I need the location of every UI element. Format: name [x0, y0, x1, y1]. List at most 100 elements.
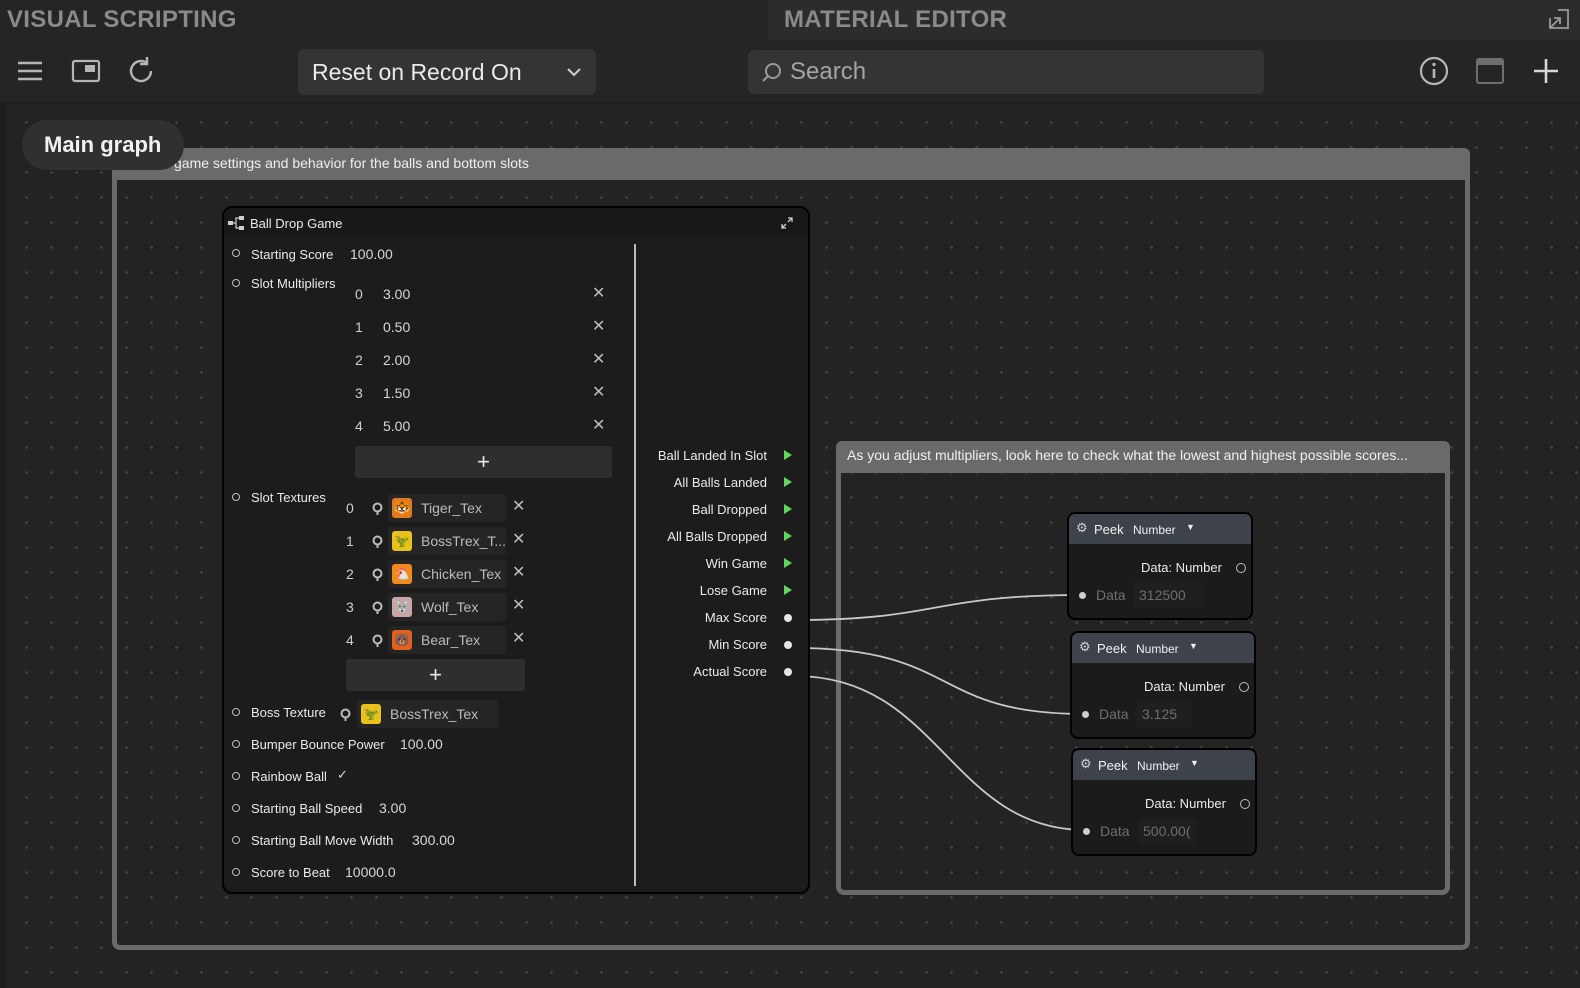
- bumper-power-field[interactable]: 100.00: [400, 736, 443, 752]
- boss-texture-port[interactable]: [232, 708, 240, 716]
- data-port-max-score[interactable]: [784, 614, 792, 622]
- texture-index: 4: [346, 632, 354, 648]
- info-icon[interactable]: [1418, 55, 1450, 87]
- peek-node-min[interactable]: ⚙ Peek Number ▼ Data: Number Data 3.125: [1070, 631, 1256, 739]
- peek-input-port[interactable]: [1082, 711, 1089, 718]
- peek-type-dropdown[interactable]: Number: [1136, 642, 1179, 656]
- slot-textures-port[interactable]: [232, 493, 240, 501]
- peek-data-field[interactable]: 312500: [1134, 582, 1204, 608]
- add-icon[interactable]: [1530, 55, 1562, 87]
- ball-speed-port[interactable]: [232, 804, 240, 812]
- tab-material-editor[interactable]: MATERIAL EDITOR: [768, 0, 1580, 40]
- boss-texture-field[interactable]: 🦖 BossTrex_Tex: [357, 700, 498, 728]
- starting-score-label: Starting Score: [251, 247, 334, 262]
- peek-input-port[interactable]: [1083, 828, 1090, 835]
- texture-field[interactable]: 🐯 Tiger_Tex: [388, 494, 506, 522]
- expand-icon[interactable]: [780, 216, 794, 230]
- remove-texture-button[interactable]: ✕: [512, 562, 525, 582]
- popout-icon[interactable]: [1548, 8, 1570, 30]
- remove-multiplier-button[interactable]: ✕: [592, 349, 605, 369]
- multiplier-field[interactable]: 3.00: [383, 286, 410, 302]
- refresh-icon[interactable]: [125, 55, 157, 87]
- starting-score-field[interactable]: 100.00: [350, 246, 393, 262]
- event-port-lose-game[interactable]: [784, 585, 792, 595]
- event-port-all-balls-landed[interactable]: [784, 477, 792, 487]
- remove-texture-button[interactable]: ✕: [512, 496, 525, 516]
- search-input[interactable]: Search: [748, 50, 1264, 94]
- texture-thumbnail: 🦖: [392, 531, 412, 551]
- add-multiplier-button[interactable]: +: [355, 446, 612, 478]
- comment-group-scores-title[interactable]: As you adjust multipliers, look here to …: [836, 441, 1450, 473]
- texture-field[interactable]: 🐔 Chicken_Tex: [388, 560, 506, 588]
- multiplier-index: 3: [355, 385, 363, 401]
- texture-field[interactable]: 🦖 BossTrex_T...: [388, 527, 506, 555]
- rainbow-ball-checkbox[interactable]: ✓: [337, 767, 348, 783]
- tab-visual-scripting[interactable]: VISUAL SCRIPTING: [0, 0, 768, 40]
- peek-node-max[interactable]: ⚙ Peek Number ▼ Data: Number Data 312500: [1067, 512, 1253, 620]
- peek-data-field[interactable]: 3.125: [1137, 701, 1192, 727]
- data-port-min-score[interactable]: [784, 641, 792, 649]
- peek-output-port[interactable]: [1240, 799, 1250, 809]
- remove-multiplier-button[interactable]: ✕: [592, 415, 605, 435]
- remove-multiplier-button[interactable]: ✕: [592, 382, 605, 402]
- comment-group-settings-title[interactable]: Control game settings and behavior for t…: [112, 148, 1470, 180]
- score-to-beat-field[interactable]: 10000.0: [345, 864, 397, 880]
- pick-target-icon[interactable]: [371, 535, 384, 548]
- menu-icon[interactable]: [14, 55, 46, 87]
- main-graph-breadcrumb[interactable]: Main graph: [22, 120, 184, 170]
- remove-texture-button[interactable]: ✕: [512, 529, 525, 549]
- bumper-power-label: Bumper Bounce Power: [251, 737, 385, 752]
- peek-output-label: Data: Number: [1141, 560, 1222, 575]
- starting-score-port[interactable]: [232, 249, 240, 257]
- peek-data-field[interactable]: 500.00(: [1138, 818, 1196, 844]
- pick-target-icon[interactable]: [371, 634, 384, 647]
- bumper-power-port[interactable]: [232, 740, 240, 748]
- remove-texture-button[interactable]: ✕: [512, 628, 525, 648]
- pick-target-icon[interactable]: [339, 708, 352, 721]
- tab-visual-scripting-title: VISUAL SCRIPTING: [7, 6, 237, 33]
- texture-field[interactable]: 🐺 Wolf_Tex: [388, 593, 506, 621]
- move-width-field[interactable]: 300.00: [412, 832, 455, 848]
- pick-target-icon[interactable]: [371, 502, 384, 515]
- event-port-win-game[interactable]: [784, 558, 792, 568]
- rainbow-ball-port[interactable]: [232, 772, 240, 780]
- peek-header[interactable]: ⚙ Peek Number ▼: [1072, 633, 1254, 663]
- window-icon[interactable]: [70, 55, 102, 87]
- peek-input-port[interactable]: [1079, 592, 1086, 599]
- remove-multiplier-button[interactable]: ✕: [592, 283, 605, 303]
- peek-output-port[interactable]: [1236, 563, 1246, 573]
- peek-title: Peek: [1097, 641, 1127, 656]
- remove-multiplier-button[interactable]: ✕: [592, 316, 605, 336]
- event-port-ball-dropped[interactable]: [784, 504, 792, 514]
- texture-field[interactable]: 🐻 Bear_Tex: [388, 626, 506, 654]
- slot-multipliers-port[interactable]: [232, 279, 240, 287]
- peek-header[interactable]: ⚙ Peek Number ▼: [1069, 514, 1251, 544]
- chevron-down-icon: ▼: [1189, 641, 1198, 651]
- peek-output-label: Data: Number: [1145, 796, 1226, 811]
- multiplier-field[interactable]: 5.00: [383, 418, 410, 434]
- peek-node-actual[interactable]: ⚙ Peek Number ▼ Data: Number Data 500.00…: [1071, 748, 1257, 856]
- event-port-all-balls-dropped[interactable]: [784, 531, 792, 541]
- move-width-port[interactable]: [232, 836, 240, 844]
- panel-icon[interactable]: [1474, 55, 1506, 87]
- node-ball-drop-game[interactable]: Ball Drop Game Starting Score 100.00 Slo…: [222, 206, 810, 894]
- peek-output-port[interactable]: [1239, 682, 1249, 692]
- peek-type-dropdown[interactable]: Number: [1137, 759, 1180, 773]
- pick-target-icon[interactable]: [371, 568, 384, 581]
- peek-type-dropdown[interactable]: Number: [1133, 523, 1176, 537]
- remove-texture-button[interactable]: ✕: [512, 595, 525, 615]
- multiplier-field[interactable]: 1.50: [383, 385, 410, 401]
- peek-header[interactable]: ⚙ Peek Number ▼: [1073, 750, 1255, 780]
- multiplier-field[interactable]: 2.00: [383, 352, 410, 368]
- texture-thumbnail: 🐺: [392, 597, 412, 617]
- score-to-beat-port[interactable]: [232, 868, 240, 876]
- add-texture-button[interactable]: +: [346, 659, 525, 691]
- pick-target-icon[interactable]: [371, 601, 384, 614]
- multiplier-field[interactable]: 0.50: [383, 319, 410, 335]
- node-header[interactable]: Ball Drop Game: [224, 208, 808, 238]
- data-port-actual-score[interactable]: [784, 668, 792, 676]
- reset-mode-dropdown[interactable]: Reset on Record On: [298, 49, 596, 95]
- ball-speed-field[interactable]: 3.00: [379, 800, 406, 816]
- event-port-ball-landed-in-slot[interactable]: [784, 450, 792, 460]
- multiplier-index: 4: [355, 418, 363, 434]
